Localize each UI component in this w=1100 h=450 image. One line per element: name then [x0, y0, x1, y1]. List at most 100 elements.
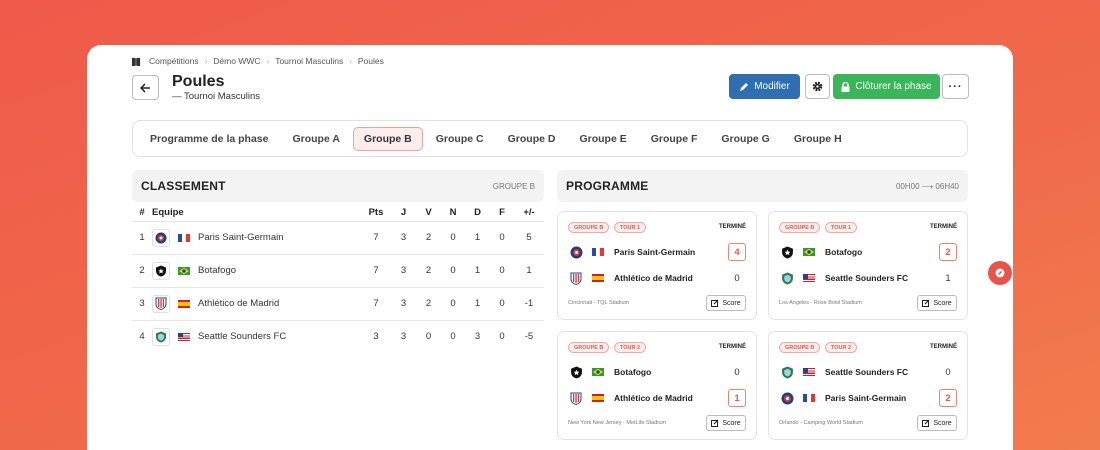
played: 3 [391, 319, 416, 353]
edit-icon [711, 299, 719, 307]
match-status: TERMINÉ [719, 224, 746, 230]
home-icon[interactable] [132, 57, 141, 66]
tab-groupe-g[interactable]: Groupe G [710, 127, 780, 151]
breadcrumb-separator: › [349, 56, 352, 66]
home-team-row: Botafogo 2 [779, 242, 957, 262]
match-card[interactable]: GROUPE B TOUR 2 TERMINÉ Seattle Sounders… [768, 331, 968, 440]
back-button[interactable] [132, 75, 159, 100]
match-status: TERMINÉ [719, 344, 746, 350]
breadcrumb-item-competitions[interactable]: Compétitions [149, 56, 199, 66]
match-venue: Cincinnati - TQL Stadium [568, 300, 630, 306]
away-team-name: Athlético de Madrid [614, 393, 693, 403]
col-rank: # [139, 207, 145, 219]
away-team-name: Athlético de Madrid [614, 273, 693, 283]
botafogo-crest-icon [779, 244, 795, 260]
match-venue: Los Angeles - Rose Bowl Stadium [779, 300, 862, 306]
points: 7 [361, 253, 391, 287]
lost: 3 [465, 319, 490, 353]
group-badge: GROUPE B [568, 222, 610, 233]
forfeit: 0 [490, 319, 514, 353]
arrow-left-icon [140, 82, 150, 93]
away-score: 0 [734, 272, 740, 284]
match-venue: New York New Jersey - MetLife Stadium [568, 420, 667, 426]
team-name[interactable]: Seattle Sounders FC [198, 331, 286, 342]
breadcrumb-item-current: Poules [357, 56, 384, 66]
table-row[interactable]: 3 Athlético de Madrid 7 3 2 0 1 0 -1 [132, 286, 544, 320]
tab-groupe-b[interactable]: Groupe B [352, 126, 423, 151]
edit-icon [711, 419, 719, 427]
away-team-row: Seattle Sounders FC 1 [779, 268, 957, 288]
table-row[interactable]: 4 Seattle Sounders FC 3 3 0 0 3 0 -5 [132, 319, 544, 353]
home-score: 0 [734, 366, 740, 378]
match-card[interactable]: GROUPE B TOUR 2 TERMINÉ Botafogo 0 Athlé… [557, 331, 757, 440]
match-card[interactable]: GROUPE B TOUR 1 TERMINÉ Paris Saint-Germ… [557, 211, 757, 320]
edit-icon [922, 299, 930, 307]
france-flag-icon [803, 394, 815, 402]
home-score: 2 [939, 243, 957, 261]
lost: 1 [465, 253, 490, 287]
away-team-name: Paris Saint-Germain [825, 393, 907, 403]
edit-score-button[interactable]: Score [706, 295, 746, 311]
breadcrumb-item-tournament[interactable]: Tournoi Masculins [275, 56, 343, 66]
edit-score-button[interactable]: Score [706, 415, 746, 431]
away-score: 2 [939, 389, 957, 407]
drawn: 0 [441, 253, 465, 287]
standings-table: # Equipe Pts J V N D F +/- 1 Paris Saint… [132, 205, 544, 353]
lost: 1 [465, 220, 490, 254]
tab-groupe-c[interactable]: Groupe C [425, 127, 495, 151]
round-badge: TOUR 2 [614, 342, 647, 353]
france-flag-icon [592, 248, 604, 256]
played: 3 [391, 253, 416, 287]
group-badge: GROUPE B [779, 222, 821, 233]
tab-groupe-f[interactable]: Groupe F [640, 127, 709, 151]
more-options-button[interactable]: ··· [942, 74, 969, 99]
tab-groupe-d[interactable]: Groupe D [497, 127, 567, 151]
col-pts: Pts [368, 207, 384, 219]
match-card[interactable]: GROUPE B TOUR 1 TERMINÉ Botafogo 2 Seatt… [768, 211, 968, 320]
home-team-name: Seattle Sounders FC [825, 367, 909, 377]
breadcrumb-item-demo[interactable]: Démo WWC [213, 56, 260, 66]
close-phase-button[interactable]: Clôturer la phase [833, 74, 940, 99]
help-button[interactable] [988, 261, 1012, 285]
forfeit: 0 [490, 253, 514, 287]
away-score: 1 [945, 272, 951, 284]
standings-group-label: GROUPE B [492, 181, 535, 191]
team-name[interactable]: Athlético de Madrid [198, 298, 279, 309]
round-badge: TOUR 1 [614, 222, 647, 233]
rank: 2 [132, 253, 152, 287]
gear-icon [812, 81, 823, 92]
edit-score-button[interactable]: Score [917, 295, 957, 311]
team-name[interactable]: Paris Saint-Germain [198, 232, 284, 243]
team-name[interactable]: Botafogo [198, 265, 236, 276]
psg-crest-icon [779, 390, 795, 406]
col-forfeit: F [499, 207, 505, 219]
won: 2 [416, 253, 441, 287]
table-row[interactable]: 2 Botafogo 7 3 2 0 1 0 1 [132, 253, 544, 287]
edit-score-button[interactable]: Score [917, 415, 957, 431]
edit-button[interactable]: Modifier [729, 74, 800, 99]
settings-button[interactable] [805, 74, 830, 99]
tab-groupe-h[interactable]: Groupe H [783, 127, 853, 151]
drawn: 0 [441, 286, 465, 320]
page-subtitle: — Tournoi Masculins [172, 91, 261, 102]
sounders-crest-icon [779, 364, 795, 380]
edit-button-label: Modifier [754, 81, 790, 92]
goal-diff: -5 [514, 319, 544, 353]
atletico-crest-icon [568, 390, 584, 406]
tab-groupe-a[interactable]: Groupe A [281, 127, 350, 151]
home-team-row: Botafogo 0 [568, 362, 746, 382]
home-team-name: Botafogo [825, 247, 863, 257]
home-team-row: Paris Saint-Germain 4 [568, 242, 746, 262]
tab-groupe-e[interactable]: Groupe E [568, 127, 637, 151]
breadcrumb-separator: › [266, 56, 270, 66]
points: 7 [361, 286, 391, 320]
botafogo-crest-icon [152, 261, 170, 280]
tab-programme[interactable]: Programme de la phase [139, 127, 279, 151]
table-row[interactable]: 1 Paris Saint-Germain 7 3 2 0 1 0 5 [132, 220, 544, 254]
programme-header: PROGRAMME 00H00 ⟶ 06H40 [557, 170, 968, 202]
drawn: 0 [441, 319, 465, 353]
page-title: Poules [172, 73, 225, 90]
usa-flag-icon [803, 274, 815, 282]
sounders-crest-icon [152, 327, 170, 346]
forfeit: 0 [490, 286, 514, 320]
